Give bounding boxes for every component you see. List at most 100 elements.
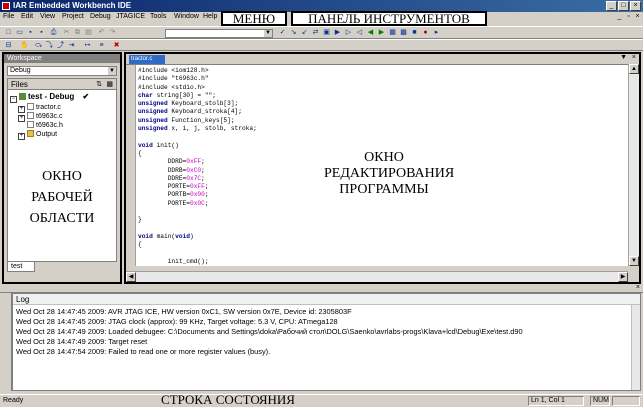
save-all-icon[interactable]: ▪ [37, 28, 46, 37]
log-output[interactable]: Log Wed Oct 28 14:47:45 2009: AVR JTAG I… [12, 293, 641, 391]
undo-icon[interactable]: ↶ [97, 28, 106, 37]
close-panel-icon[interactable]: × [636, 284, 640, 291]
step-over-icon[interactable]: ⤼ [34, 41, 43, 50]
editor-horizontal-scrollbar[interactable]: ◀ ▶ [126, 271, 628, 282]
tree-item-file[interactable]: + t6963c.c [18, 112, 62, 122]
expand-icon[interactable]: + [18, 115, 25, 122]
stop-debugging-icon[interactable]: ✖ [112, 41, 121, 50]
copy-icon[interactable]: ⧉ [73, 28, 82, 37]
code-line[interactable] [138, 208, 257, 216]
code-line[interactable]: DDRB=0xC0; [138, 167, 257, 175]
scroll-left-icon[interactable]: ◀ [126, 272, 136, 282]
bookmark-icon[interactable]: ▶ [333, 28, 342, 37]
redo-icon[interactable]: ↷ [108, 28, 117, 37]
step-into-icon[interactable]: ⤵ [45, 41, 54, 50]
menu-edit[interactable]: Edit [21, 13, 33, 20]
code-line[interactable]: init_cmd(); [138, 258, 257, 266]
code-line[interactable]: { [138, 150, 257, 158]
run-to-cursor-icon[interactable]: ↦ [83, 41, 92, 50]
tree-item-file[interactable]: t6963c.h [27, 121, 63, 130]
find-icon[interactable]: ✓ [278, 28, 287, 37]
log-vertical-scrollbar[interactable] [631, 305, 640, 390]
find-combo[interactable]: ▼ [165, 29, 273, 38]
code-line[interactable]: void main(void) [138, 233, 257, 241]
stop-build-icon[interactable]: ■ [410, 28, 419, 37]
menu-debug[interactable]: Debug [90, 13, 111, 20]
expand-icon[interactable]: + [18, 133, 25, 140]
code-line[interactable]: unsigned Keyboard_stolb[3]; [138, 100, 257, 108]
go-icon[interactable]: ≡ [97, 41, 106, 50]
code-line[interactable] [138, 225, 257, 233]
goto-icon[interactable]: ▣ [322, 28, 331, 37]
menu-view[interactable]: View [40, 13, 55, 20]
mdi-restore-icon[interactable]: ▫ [625, 13, 632, 21]
scroll-up-icon[interactable]: ▲ [629, 64, 639, 74]
new-file-icon[interactable]: □ [4, 28, 13, 37]
save-icon[interactable]: ▪ [26, 28, 35, 37]
code-line[interactable]: { [138, 241, 257, 249]
menu-help[interactable]: Help [203, 13, 217, 20]
code-line[interactable]: DDRE=0x7C; [138, 175, 257, 183]
tab-list-icon[interactable]: ▼ [620, 54, 627, 61]
collapse-icon[interactable]: − [10, 96, 17, 103]
menu-project[interactable]: Project [62, 13, 84, 20]
code-line[interactable]: unsigned Keyboard_stroka[4]; [138, 108, 257, 116]
close-tab-icon[interactable]: × [632, 54, 636, 61]
code-line[interactable]: unsigned x, i, j, stolb, stroka; [138, 125, 257, 133]
open-folder-icon[interactable]: ▭ [15, 28, 24, 37]
scroll-right-icon[interactable]: ▶ [618, 272, 628, 282]
mdi-close-icon[interactable]: × [634, 13, 641, 21]
code-line[interactable]: PORTE=0xFF; [138, 183, 257, 191]
print-icon[interactable]: ⎙ [49, 28, 58, 37]
code-text[interactable]: #include <iom128.h> #include "t6963c.h" #i… [138, 67, 257, 266]
code-line[interactable] [138, 133, 257, 141]
code-line[interactable]: #include <stdio.h> [138, 84, 257, 92]
prev-bookmark-icon[interactable]: ◁ [355, 28, 364, 37]
code-line[interactable]: char string[30] = ""; [138, 92, 257, 100]
code-line[interactable]: #include "t6963c.h" [138, 75, 257, 83]
configuration-select[interactable]: Debug ▼ [7, 66, 117, 76]
cut-icon[interactable]: ✂ [62, 28, 71, 37]
find-next-icon[interactable]: ↘ [289, 28, 298, 37]
close-button[interactable]: × [630, 1, 641, 11]
code-line[interactable]: } [138, 216, 257, 224]
menu-jtagice[interactable]: JTAGICE [116, 13, 145, 20]
toggle-breakpoint-icon[interactable]: ● [421, 28, 430, 37]
code-line[interactable]: DDRD=0xFF; [138, 158, 257, 166]
code-line[interactable]: PORTE=0x0C; [138, 200, 257, 208]
break-icon[interactable]: ✋ [20, 41, 29, 50]
chevron-down-icon[interactable]: ▼ [108, 67, 116, 75]
tree-item-file[interactable]: + tractor.c [18, 103, 61, 113]
maximize-button[interactable]: □ [618, 1, 629, 11]
editor-vertical-scrollbar[interactable]: ▲ ▼ [628, 64, 639, 266]
next-bookmark-icon[interactable]: ▷ [344, 28, 353, 37]
tree-item-folder[interactable]: + Output [18, 130, 57, 140]
code-line[interactable]: unsigned Function_keys[5]; [138, 117, 257, 125]
editor-tab[interactable]: tractor.c [129, 55, 165, 64]
navigate-forward-icon[interactable]: ▶ [377, 28, 386, 37]
mdi-minimize-icon[interactable]: _ [616, 13, 623, 21]
menu-file[interactable]: File [3, 13, 14, 20]
minimize-button[interactable]: _ [606, 1, 617, 11]
editor-gutter[interactable] [126, 65, 136, 266]
tree-item-project[interactable]: − test - Debug ✔ [10, 92, 89, 103]
scroll-down-icon[interactable]: ▼ [629, 256, 639, 266]
next-statement-icon[interactable]: ⇥ [67, 41, 76, 50]
make-icon[interactable]: ▩ [399, 28, 408, 37]
menu-tools[interactable]: Tools [150, 13, 166, 20]
compile-icon[interactable]: ▦ [388, 28, 397, 37]
paste-icon[interactable]: ▤ [84, 28, 93, 37]
workspace-tab[interactable]: test [7, 262, 35, 272]
navigate-back-icon[interactable]: ◀ [366, 28, 375, 37]
find-prev-icon[interactable]: ↙ [300, 28, 309, 37]
reset-icon[interactable]: ⊟ [4, 41, 13, 50]
menu-window[interactable]: Window [174, 13, 199, 20]
replace-icon[interactable]: ⇄ [311, 28, 320, 37]
step-out-icon[interactable]: ⤴ [56, 41, 65, 50]
chevron-down-icon[interactable]: ▼ [264, 30, 272, 37]
debug-icon[interactable]: ▸ [432, 28, 441, 37]
code-line[interactable]: #include <iom128.h> [138, 67, 257, 75]
code-line[interactable]: void init() [138, 142, 257, 150]
code-line[interactable]: PORTB=0x00; [138, 191, 257, 199]
code-line[interactable] [138, 250, 257, 258]
